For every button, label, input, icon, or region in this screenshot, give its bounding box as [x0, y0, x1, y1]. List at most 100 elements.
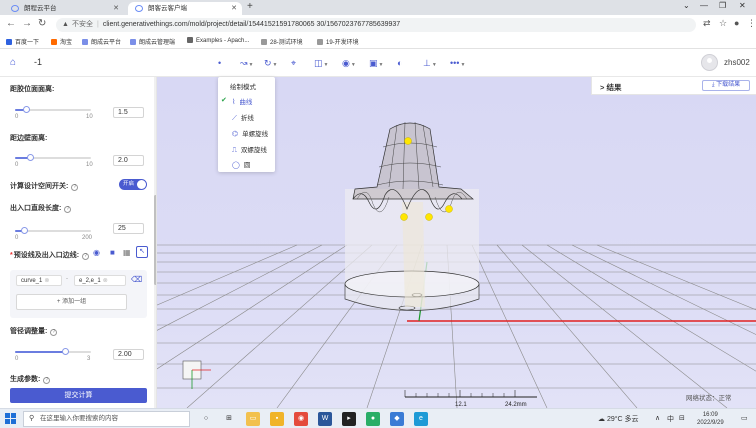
back-icon[interactable]: ← — [6, 18, 16, 29]
menu-item-double-helix[interactable]: ⎍ 双螺旋线 — [232, 144, 267, 155]
minimize-icon[interactable]: — — [700, 1, 708, 10]
bookmark-test-env[interactable]: 28-测试环境 — [261, 37, 303, 46]
terminal-icon[interactable]: ▸ — [342, 412, 356, 426]
wechat-icon[interactable]: ● — [366, 412, 380, 426]
restore-icon[interactable]: ❐ — [719, 1, 726, 10]
ime-indicator[interactable]: 中 — [667, 414, 674, 424]
control-point[interactable] — [425, 213, 433, 221]
menu-item-curve[interactable]: ⌇ 曲线 — [232, 96, 252, 106]
notification-icon[interactable]: ▭ — [741, 414, 748, 422]
chevron-down-icon[interactable]: ⌄ — [683, 1, 690, 10]
bookmark-baidu[interactable]: 百度一下 — [6, 37, 39, 46]
scale-bar: 12.1 24.2mm — [404, 390, 537, 408]
axis-gizmo[interactable] — [182, 360, 211, 389]
weather-widget[interactable]: ☁ 29°C 多云 — [598, 414, 639, 424]
task-view-icon[interactable]: ○ — [199, 412, 213, 426]
measure-icon[interactable]: ⊥▼ — [423, 57, 437, 69]
slider[interactable] — [15, 348, 91, 355]
number-input[interactable]: 2.00 — [113, 349, 144, 360]
eraser-icon[interactable]: ⌫ — [131, 275, 142, 284]
slider-thumb[interactable] — [26, 154, 34, 161]
view-cube-icon[interactable]: ◫▼ — [314, 57, 328, 69]
add-group-button[interactable]: + 添加一组 — [16, 294, 127, 310]
results-title[interactable]: > 结果 — [600, 82, 621, 93]
close-icon[interactable]: ✕ — [113, 2, 119, 15]
help-icon[interactable]: ? — [64, 206, 72, 213]
field-label: 管径调整量:? — [10, 326, 58, 336]
draw-mode-icon[interactable]: ↝▼ — [240, 57, 254, 69]
model-icon[interactable]: ▣▼ — [369, 57, 383, 69]
close-icon[interactable]: ✕ — [231, 2, 237, 15]
menu-icon[interactable]: ⋮ — [747, 18, 756, 29]
file-explorer-icon[interactable]: ▭ — [246, 412, 260, 426]
network-icon[interactable]: ⊟ — [679, 414, 685, 422]
widgets-icon[interactable]: ⊞ — [222, 412, 236, 426]
avatar[interactable] — [701, 54, 718, 71]
reload-icon[interactable]: ↻ — [38, 18, 46, 29]
translate-icon[interactable]: ⇄ — [703, 18, 711, 29]
taskbar-search-input[interactable]: ⚲ 在这里输入你要搜索的内容 — [23, 411, 190, 427]
control-point[interactable] — [400, 213, 408, 221]
curve-select[interactable]: curve_1 ⊗ — [16, 275, 62, 286]
curve-icon: ⌇ — [232, 99, 236, 106]
windows-start-icon[interactable] — [5, 413, 17, 425]
select-square-icon[interactable]: ■ — [110, 248, 115, 257]
slider-thumb[interactable] — [22, 106, 30, 113]
download-results-button[interactable]: ⤓ 下载结果 — [702, 80, 750, 91]
slider[interactable] — [15, 154, 91, 161]
word-icon[interactable]: W — [318, 412, 332, 426]
home-icon[interactable]: ⌂ — [10, 57, 22, 69]
bookmark-platform[interactable]: 朗成云平台 — [82, 37, 121, 46]
mold-model[interactable] — [344, 121, 480, 311]
menu-item-circle[interactable]: ◯ 圆 — [232, 159, 250, 169]
control-point[interactable] — [404, 137, 412, 145]
menu-item-single-helix[interactable]: ⌬ 单螺旋线 — [232, 128, 268, 138]
point-tool-icon[interactable]: • — [218, 57, 221, 69]
app-icon-blue[interactable]: ◆ — [390, 412, 404, 426]
edge-icon[interactable]: e — [414, 412, 428, 426]
new-tab-icon[interactable]: + — [247, 1, 253, 12]
bookmark-admin[interactable]: 朗成云管理端 — [130, 37, 175, 46]
number-input[interactable]: 2.0 — [113, 155, 144, 166]
tab-platform[interactable]: 朗程云平台 ✕ — [4, 2, 124, 15]
bookmark-taobao[interactable]: 淘宝 — [51, 37, 72, 46]
help-icon[interactable]: ? — [71, 184, 79, 191]
profile-icon[interactable]: ● — [734, 18, 739, 28]
control-point[interactable] — [445, 205, 453, 213]
submit-button[interactable]: 提交计算 — [10, 388, 147, 403]
bookmark-examples[interactable]: Examples - Apach... — [187, 37, 249, 44]
forward-icon[interactable]: → — [22, 18, 32, 29]
section-icon[interactable]: ◐ — [397, 57, 402, 69]
star-icon[interactable]: ☆ — [719, 18, 727, 29]
slider-thumb[interactable] — [21, 227, 28, 234]
bookmark-dev-env[interactable]: 19-开发环境 — [317, 37, 359, 46]
close-window-icon[interactable]: ✕ — [739, 1, 746, 10]
chrome-icon[interactable]: ◉ — [294, 412, 308, 426]
number-input[interactable]: 1.5 — [113, 107, 144, 118]
tray-chevron-icon[interactable]: ∧ — [655, 414, 660, 422]
design-space-toggle[interactable]: 开启 — [119, 179, 147, 190]
url-bar[interactable]: ▲ 不安全 | client.generativethings.com/mold/p… — [56, 18, 696, 32]
edge-select[interactable]: e_2,e_1 ⊗ — [74, 275, 126, 286]
grid-icon[interactable]: ▦ — [123, 248, 131, 257]
more-icon[interactable]: •••▼ — [450, 57, 465, 69]
visibility-icon[interactable]: ◉▼ — [342, 57, 356, 69]
clear-icon[interactable]: ⊗ — [44, 278, 49, 284]
system-clock[interactable]: 16:09 2022/9/29 — [697, 411, 724, 427]
menu-item-polyline[interactable]: ⟋ 折线 — [232, 112, 254, 123]
help-icon[interactable]: ? — [82, 253, 90, 260]
pick-icon[interactable]: ↖ — [136, 246, 148, 258]
fit-view-icon[interactable]: ⌖ — [291, 57, 296, 69]
circle-icon: ◯ — [232, 162, 240, 169]
help-icon[interactable]: ? — [50, 329, 58, 336]
help-icon[interactable]: ? — [43, 377, 51, 384]
app-icon[interactable]: ▪ — [270, 412, 284, 426]
slider[interactable] — [15, 106, 91, 113]
slider-thumb[interactable] — [62, 348, 70, 355]
rotate-tool-icon[interactable]: ↻▼ — [264, 57, 278, 69]
number-input[interactable]: 25 — [113, 223, 144, 234]
tab-client[interactable]: 朗客云客户端 ✕ — [128, 2, 242, 15]
slider[interactable] — [15, 227, 91, 234]
eye-icon[interactable]: ◉ — [93, 248, 100, 257]
clear-icon[interactable]: ⊗ — [103, 278, 108, 284]
